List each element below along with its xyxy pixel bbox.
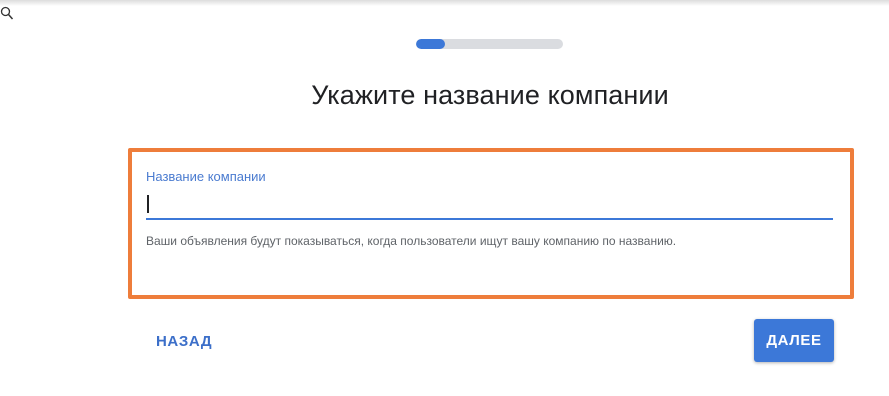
company-name-label: Название компании <box>146 169 266 184</box>
text-caret <box>147 195 149 213</box>
next-button[interactable]: ДАЛЕЕ <box>754 319 834 362</box>
progress-bar-fill <box>416 39 446 49</box>
magnifier-cursor-icon <box>0 6 14 20</box>
page-title: Укажите название компании <box>311 80 669 110</box>
top-edge-shadow <box>0 0 889 6</box>
progress-bar <box>416 39 563 49</box>
company-name-input[interactable] <box>146 192 833 220</box>
back-button[interactable]: НАЗАД <box>146 323 222 359</box>
company-name-helper-text: Ваши объявления будут показываться, когд… <box>146 234 677 248</box>
